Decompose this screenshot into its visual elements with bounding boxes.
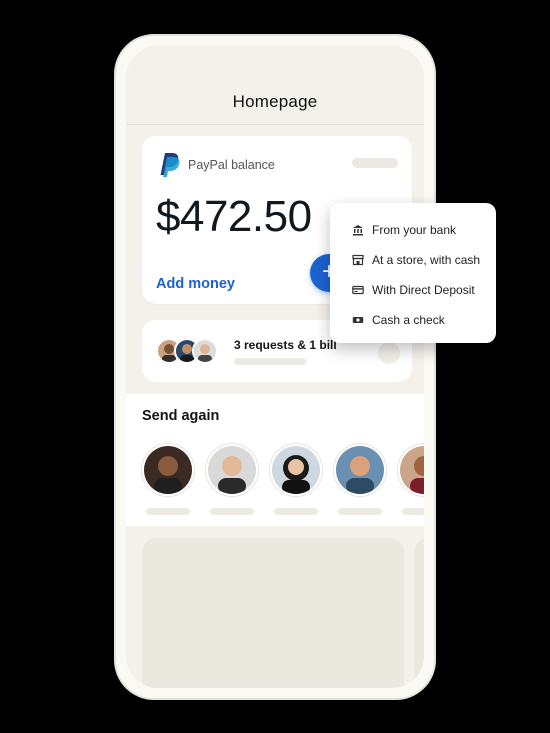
contact-item[interactable]	[270, 444, 324, 515]
direct-deposit-icon	[352, 284, 364, 296]
check-icon	[352, 314, 364, 326]
paypal-logo-icon	[160, 153, 180, 177]
menu-item-label: With Direct Deposit	[372, 283, 475, 297]
requests-avatars	[156, 338, 236, 364]
header-divider	[126, 124, 424, 125]
page-title: Homepage	[232, 92, 318, 111]
contact-name-placeholder	[210, 508, 254, 515]
contact-item[interactable]	[206, 444, 260, 515]
avatar	[270, 444, 322, 496]
menu-item-bank[interactable]: From your bank	[330, 215, 496, 245]
add-money-link[interactable]: Add money	[156, 276, 235, 292]
avatar	[398, 444, 424, 496]
screen: Homepage PayPal balance $472.50 Add mone…	[126, 46, 424, 688]
avatar	[142, 444, 194, 496]
balance-label: PayPal balance	[188, 158, 275, 172]
requests-subtext-placeholder	[234, 358, 306, 365]
avatar	[206, 444, 258, 496]
send-again-title: Send again	[142, 408, 220, 424]
avatar	[334, 444, 386, 496]
contact-name-placeholder	[338, 508, 382, 515]
menu-item-direct-deposit[interactable]: With Direct Deposit	[330, 275, 496, 305]
phone-frame: Homepage PayPal balance $472.50 Add mone…	[114, 34, 436, 700]
store-icon	[352, 254, 364, 266]
bottom-card	[414, 538, 424, 688]
avatar	[192, 338, 218, 364]
add-money-menu: From your bank At a store, with cash Wit…	[330, 203, 496, 343]
contact-name-placeholder	[274, 508, 318, 515]
balance-placeholder	[352, 158, 398, 168]
chevron-right-icon[interactable]	[378, 342, 400, 364]
contact-name-placeholder	[146, 508, 190, 515]
menu-item-label: At a store, with cash	[372, 253, 481, 267]
contact-name-placeholder	[402, 508, 424, 515]
contact-item[interactable]	[334, 444, 388, 515]
menu-item-label: Cash a check	[372, 313, 445, 327]
balance-amount: $472.50	[156, 192, 312, 241]
bottom-card	[142, 538, 404, 688]
menu-item-label: From your bank	[372, 223, 457, 237]
menu-item-store[interactable]: At a store, with cash	[330, 245, 496, 275]
send-again-section: Send again	[126, 394, 424, 526]
contact-item[interactable]	[398, 444, 424, 515]
bank-icon	[352, 224, 364, 236]
menu-item-cash-check[interactable]: Cash a check	[330, 305, 496, 335]
contact-item[interactable]	[142, 444, 196, 515]
requests-text: 3 requests & 1 bill	[234, 338, 337, 352]
